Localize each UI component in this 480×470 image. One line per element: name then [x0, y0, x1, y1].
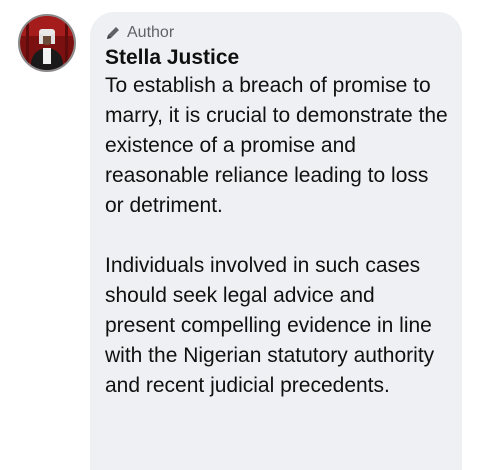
pencil-icon: [105, 25, 121, 41]
author-name[interactable]: Stella Justice: [105, 45, 448, 71]
author-badge: Author: [105, 22, 448, 44]
author-badge-label: Author: [127, 24, 175, 41]
comment-item: Author Stella Justice To establish a bre…: [0, 0, 480, 470]
comment-paragraph-1: To establish a breach of promise to marr…: [105, 74, 454, 217]
comment-paragraph-2: Individuals involved in such cases shoul…: [105, 254, 441, 397]
avatar[interactable]: [18, 14, 76, 72]
comment-text: To establish a breach of promise to marr…: [105, 71, 448, 401]
comment-bubble: Author Stella Justice To establish a bre…: [90, 12, 462, 470]
profile-photo: [20, 16, 74, 70]
